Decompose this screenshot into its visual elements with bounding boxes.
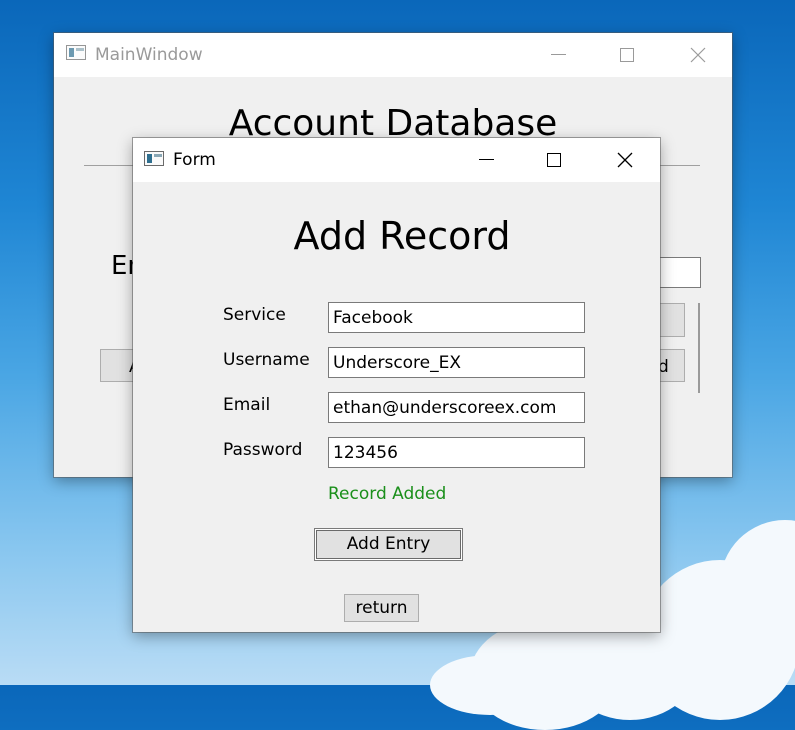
- main-window-titlebar[interactable]: MainWindow .main-min::after{}: [54, 33, 732, 77]
- add-entry-label: Add Entry: [346, 534, 431, 554]
- email-label: Email: [223, 395, 271, 415]
- minimize-button[interactable]: [463, 138, 509, 182]
- qt-window-icon: [144, 151, 164, 166]
- maximize-button[interactable]: [531, 138, 577, 182]
- service-label: Service: [223, 305, 286, 325]
- form-window-titlebar[interactable]: Form: [133, 138, 660, 182]
- main-minimize-button[interactable]: .main-min::after{}: [535, 33, 581, 77]
- email-field[interactable]: ethan@underscoreex.com: [328, 392, 585, 423]
- add-entry-button[interactable]: Add Entry: [314, 528, 463, 561]
- form-window-title: Form: [173, 150, 216, 170]
- password-label: Password: [223, 440, 303, 460]
- return-button[interactable]: return: [344, 594, 419, 622]
- username-field[interactable]: Underscore_EX: [328, 347, 585, 378]
- service-field[interactable]: Facebook: [328, 302, 585, 333]
- close-icon: [617, 152, 633, 168]
- close-button[interactable]: [601, 138, 647, 182]
- vertical-scrollbar[interactable]: [698, 303, 700, 393]
- minimize-icon: [479, 159, 494, 160]
- close-icon[interactable]: [690, 47, 706, 63]
- maximize-icon[interactable]: [620, 48, 634, 62]
- partial-input[interactable]: [654, 257, 701, 288]
- password-field[interactable]: 123456: [328, 437, 585, 468]
- minimize-icon: [551, 54, 566, 55]
- qt-window-icon: [66, 45, 86, 60]
- form-heading: Add Record: [293, 214, 511, 258]
- form-window: Form Add Record Service Facebook Usernam…: [133, 138, 660, 632]
- status-message: Record Added: [328, 484, 447, 504]
- username-label: Username: [223, 350, 310, 370]
- maximize-icon: [547, 153, 561, 167]
- main-window-title: MainWindow: [95, 45, 203, 65]
- return-label: return: [355, 598, 408, 618]
